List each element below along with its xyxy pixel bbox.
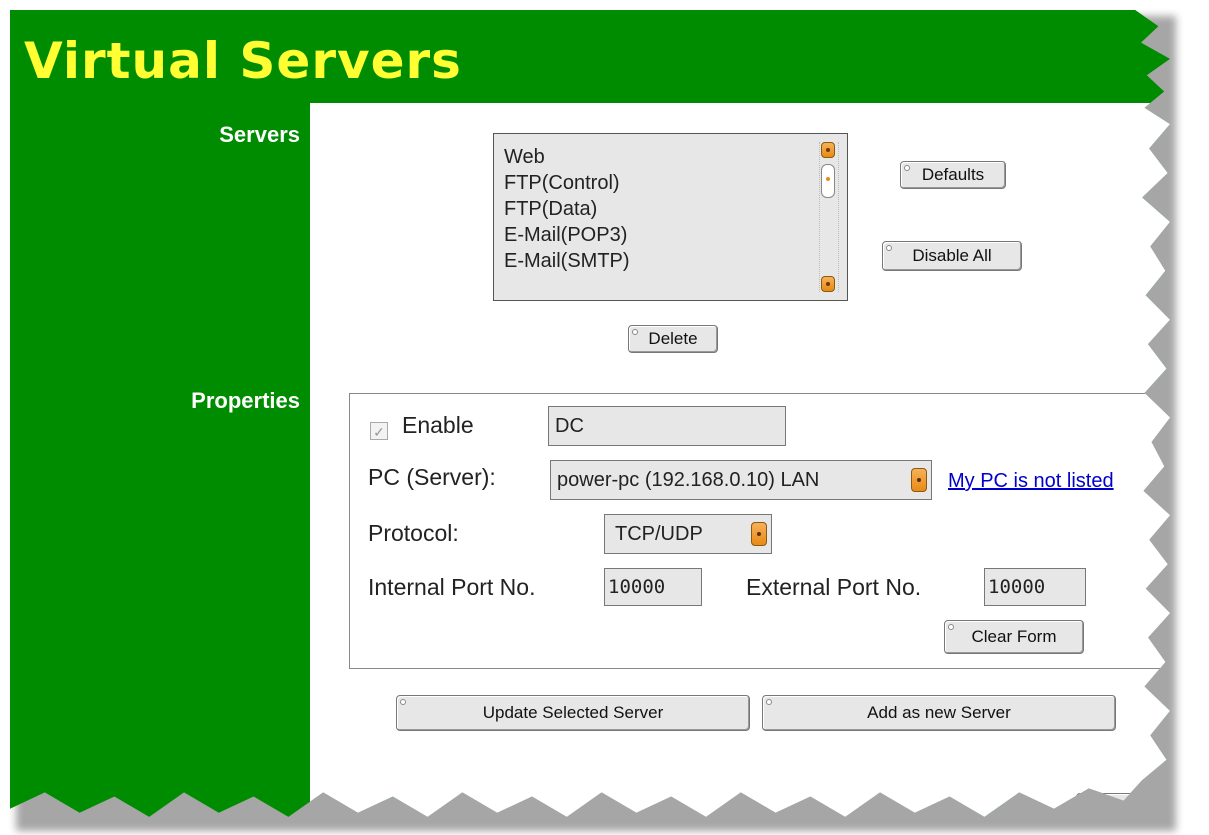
servers-listbox[interactable]: Web FTP(Control) FTP(Data) E-Mail(POP3) … <box>493 133 848 301</box>
properties-section-label: Properties <box>191 388 300 413</box>
delete-button-label: Delete <box>648 329 698 348</box>
pc-server-label: PC (Server): <box>368 464 496 490</box>
dropdown-arrow-icon <box>911 468 927 492</box>
scroll-thumb[interactable] <box>821 164 835 198</box>
server-item-web[interactable]: Web <box>504 144 847 170</box>
defaults-button-label: Defaults <box>921 165 985 184</box>
internal-port-input[interactable]: 10000 <box>604 568 702 606</box>
content-panel: Web FTP(Control) FTP(Data) E-Mail(POP3) … <box>310 103 1170 817</box>
pc-server-value: power-pc (192.168.0.10) LAN <box>557 469 820 491</box>
external-port-label: External Port No. <box>746 574 922 600</box>
scroll-down-icon[interactable] <box>821 276 835 292</box>
scroll-up-icon[interactable] <box>821 142 835 158</box>
protocol-select[interactable]: TCP/UDP <box>604 514 772 554</box>
page-frame: Virtual Servers Servers Properties Web F… <box>10 10 1170 817</box>
add-as-new-server-button[interactable]: Add as new Server <box>762 695 1116 731</box>
properties-box: ✓ Enable DC PC (Server): power-pc (192.1… <box>349 393 1170 669</box>
button-dot-icon <box>632 329 638 335</box>
add-button-label: Add as new Server <box>867 703 1011 722</box>
button-dot-icon <box>948 624 954 630</box>
pc-server-select[interactable]: power-pc (192.168.0.10) LAN <box>550 460 932 500</box>
server-name-input[interactable]: DC <box>548 406 786 446</box>
internal-port-label: Internal Port No. <box>368 574 536 600</box>
enable-label: Enable <box>402 412 474 438</box>
protocol-label: Protocol: <box>368 520 459 546</box>
external-port-input[interactable]: 10000 <box>984 568 1086 606</box>
button-dot-icon <box>886 245 892 251</box>
dropdown-arrow-icon <box>751 522 767 546</box>
defaults-button[interactable]: Defaults <box>900 161 1006 189</box>
enable-checkbox[interactable]: ✓ <box>370 422 388 440</box>
server-item-email-pop3[interactable]: E-Mail(POP3) <box>504 222 847 248</box>
delete-button[interactable]: Delete <box>628 325 718 353</box>
listbox-scrollbar[interactable] <box>819 142 839 292</box>
server-item-email-smtp[interactable]: E-Mail(SMTP) <box>504 248 847 274</box>
update-selected-server-button[interactable]: Update Selected Server <box>396 695 750 731</box>
server-item-ftp-control[interactable]: FTP(Control) <box>504 170 847 196</box>
update-button-label: Update Selected Server <box>482 703 664 722</box>
button-dot-icon <box>400 699 406 705</box>
server-item-ftp-data[interactable]: FTP(Data) <box>504 196 847 222</box>
clear-form-button-label: Clear Form <box>971 627 1057 646</box>
protocol-value: TCP/UDP <box>615 523 703 545</box>
servers-section-label: Servers <box>219 122 300 147</box>
button-dot-icon <box>766 699 772 705</box>
pc-not-listed-link[interactable]: My PC is not listed <box>948 470 1114 493</box>
disable-all-button[interactable]: Disable All <box>882 241 1022 271</box>
disable-all-button-label: Disable All <box>912 246 992 265</box>
clear-form-button[interactable]: Clear Form <box>944 620 1084 654</box>
button-dot-icon <box>904 165 910 171</box>
page-title: Virtual Servers <box>24 32 462 90</box>
